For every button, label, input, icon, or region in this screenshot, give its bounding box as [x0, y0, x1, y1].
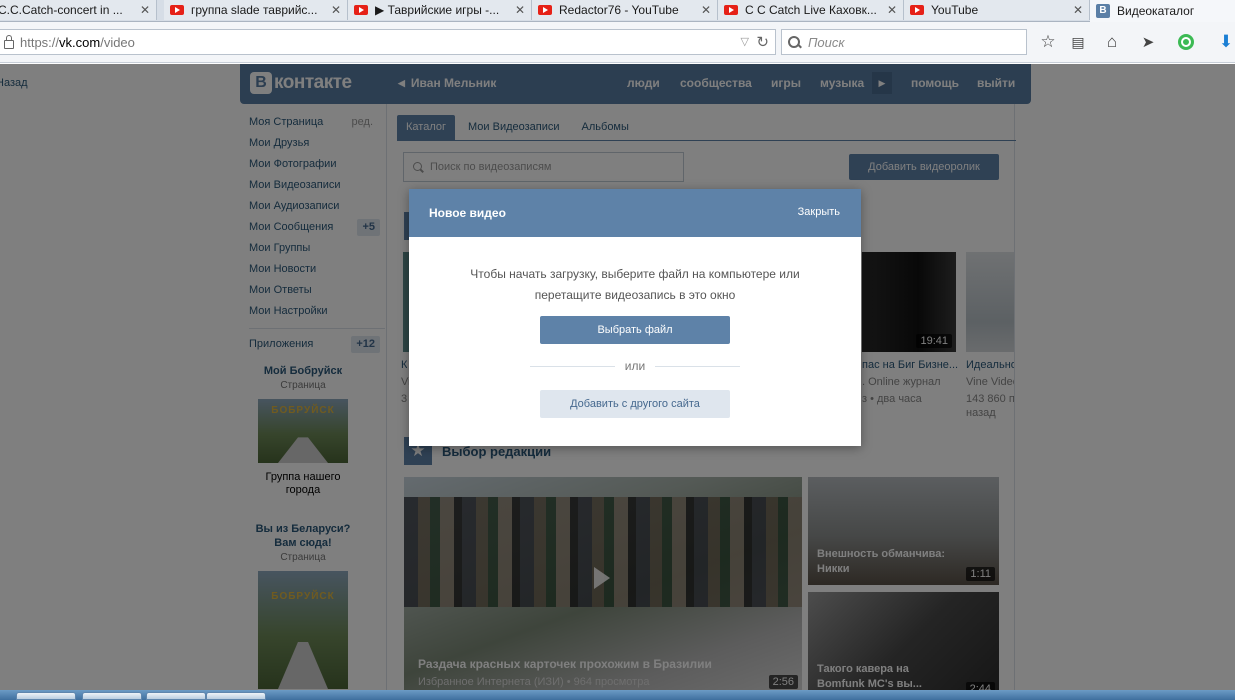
search-placeholder: Поиск	[808, 34, 845, 50]
divider-line	[530, 366, 615, 367]
tab-close-icon[interactable]: ✕	[887, 3, 897, 17]
instructions-line: перетащите видеозапись в это окно	[534, 288, 736, 302]
choose-file-button[interactable]: Выбрать файл	[540, 316, 730, 344]
browser-tab-bar: C.C.Catch-concert in ... ✕ группа slade …	[0, 0, 1235, 22]
search-icon	[788, 36, 800, 48]
tab-close-icon[interactable]: ✕	[701, 3, 711, 17]
taskbar-button[interactable]	[16, 692, 76, 700]
url-host: vk.com	[59, 34, 101, 50]
url-path: /video	[100, 34, 135, 50]
browser-tab[interactable]: группа slade таврийс... ✕	[164, 0, 348, 20]
youtube-icon	[354, 5, 368, 15]
dialog-header: Новое видео Закрыть	[409, 189, 861, 237]
home-icon[interactable]: ⌂	[1102, 32, 1122, 52]
new-video-dialog: Новое видео Закрыть Чтобы начать загрузк…	[409, 189, 861, 446]
vk-icon: В	[1096, 4, 1110, 18]
bookmark-star-icon[interactable]: ☆	[1038, 32, 1058, 52]
address-bar[interactable]: https://vk.com/video ▽ ↻	[0, 29, 776, 55]
tab-close-icon[interactable]: ✕	[515, 3, 525, 17]
browser-tab[interactable]: YouTube ✕	[904, 0, 1090, 20]
tab-title: C.C.Catch-concert in ...	[0, 3, 123, 17]
tab-close-icon[interactable]: ✕	[1073, 3, 1083, 17]
youtube-icon	[538, 5, 552, 15]
url-scheme: https://	[20, 34, 60, 50]
or-label: или	[624, 359, 646, 373]
browser-tab[interactable]: C.C.Catch-concert in ... ✕	[0, 0, 157, 20]
youtube-icon	[170, 5, 184, 15]
reload-icon[interactable]: ↻	[756, 33, 769, 51]
browser-tab[interactable]: C C Catch Live Каховк... ✕	[718, 0, 904, 20]
tab-title: группа slade таврийс...	[191, 3, 318, 17]
send-icon[interactable]: ➤	[1138, 32, 1158, 52]
browser-toolbar: https://vk.com/video ▽ ↻ Поиск ☆ ▤ ⌂ ➤ ⬇	[0, 22, 1235, 63]
lock-icon	[4, 34, 14, 49]
youtube-icon	[724, 5, 738, 15]
add-from-other-site-button[interactable]: Добавить с другого сайта	[540, 390, 730, 418]
tab-title: Redactor76 - YouTube	[559, 3, 679, 17]
dialog-title: Новое видео	[429, 206, 506, 220]
instructions-line: Чтобы начать загрузку, выберите файл на …	[470, 267, 800, 281]
download-icon[interactable]: ⬇	[1216, 32, 1235, 52]
browser-tab[interactable]: ▶ Таврийские игры -... ✕	[348, 0, 532, 20]
taskbar-button[interactable]	[82, 692, 142, 700]
taskbar-button[interactable]	[146, 692, 206, 700]
divider-line	[655, 366, 740, 367]
dialog-instructions: Чтобы начать загрузку, выберите файл на …	[449, 264, 821, 306]
tab-close-icon[interactable]: ✕	[140, 3, 150, 17]
taskbar-button[interactable]	[206, 692, 266, 700]
dropdown-arrow-icon[interactable]: ▽	[741, 35, 749, 48]
youtube-icon	[910, 5, 924, 15]
extension-icon[interactable]	[1176, 32, 1196, 52]
browser-search-input[interactable]: Поиск	[781, 29, 1027, 55]
os-taskbar	[0, 690, 1235, 700]
reading-list-icon[interactable]: ▤	[1068, 32, 1088, 52]
close-link[interactable]: Закрыть	[798, 206, 840, 218]
tab-title: ▶ Таврийские игры -...	[375, 3, 500, 17]
tab-title: C C Catch Live Каховк...	[745, 3, 877, 17]
browser-tab[interactable]: Redactor76 - YouTube ✕	[532, 0, 718, 20]
tab-close-icon[interactable]: ✕	[331, 3, 341, 17]
tab-title: YouTube	[931, 3, 979, 17]
tab-title: Видеокаталог	[1117, 4, 1195, 18]
browser-tab-active[interactable]: В Видеокаталог	[1090, 0, 1235, 22]
